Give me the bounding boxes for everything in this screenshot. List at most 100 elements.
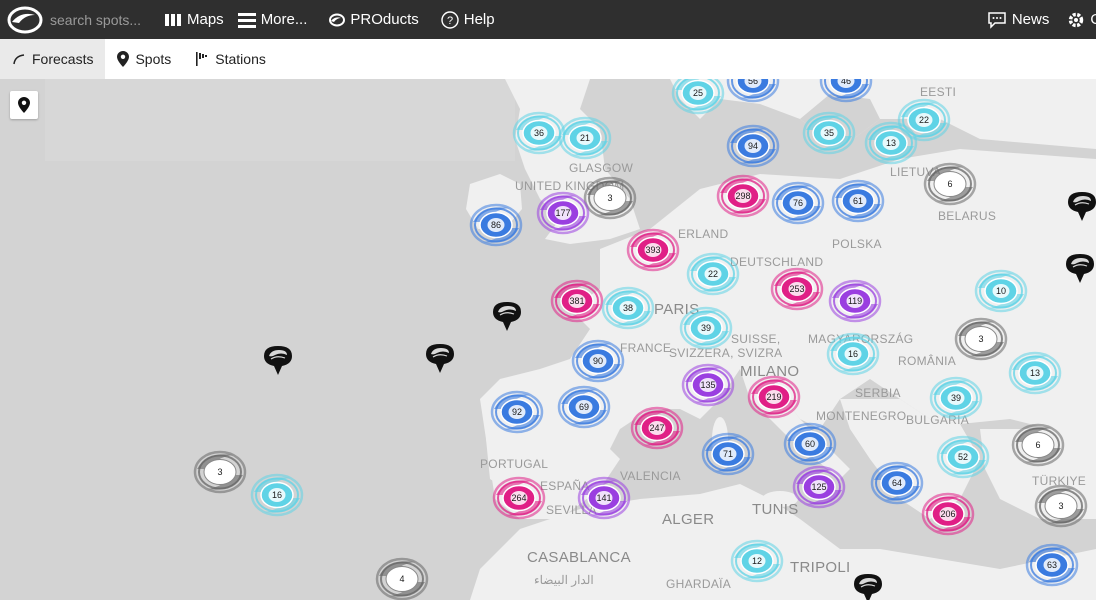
spot-cluster[interactable]: 94 [726,123,780,169]
spot-cluster[interactable]: 13 [1008,350,1062,396]
map-label: الدار البيضاء [534,573,594,587]
help-menu[interactable]: ? Help [441,10,495,29]
settings-label: O [1090,11,1096,28]
spot-cluster[interactable]: 38 [601,285,655,331]
spot-cluster[interactable]: 92 [490,389,544,435]
map-label: TRIPOLI [790,559,851,576]
spot-cluster[interactable]: 3 [954,316,1008,362]
tab-forecasts[interactable]: Forecasts [0,39,106,79]
spot-cluster[interactable]: 76 [771,180,825,226]
locate-me-button[interactable] [10,91,38,119]
map-label: SUISSE, [731,332,781,346]
help-icon: ? [441,10,459,29]
map-label: FRANCE [620,341,672,355]
spot-cluster[interactable]: 177 [536,190,590,236]
cluster-count: 86 [490,220,501,230]
maps-label: Maps [187,11,224,28]
spot-cluster[interactable]: 119 [828,278,882,324]
spot-marker-icon[interactable] [1065,188,1096,222]
cluster-count: 3 [978,334,984,344]
maps-menu[interactable]: Maps [164,11,224,28]
cluster-count: 21 [579,133,590,143]
spot-cluster[interactable]: 3 [193,449,247,495]
spot-cluster[interactable]: 46 [819,79,873,104]
spot-cluster[interactable]: 264 [492,475,546,521]
spot-cluster[interactable]: 247 [630,405,684,451]
spot-cluster[interactable]: 6 [923,161,977,207]
spot-cluster[interactable]: 3 [583,175,637,221]
spot-cluster[interactable]: 60 [783,421,837,467]
spot-cluster[interactable]: 219 [747,374,801,420]
logo-icon[interactable] [4,0,46,39]
spot-marker-icon[interactable] [851,570,885,600]
spot-cluster[interactable]: 253 [770,266,824,312]
hamburger-icon [237,12,256,28]
cluster-count: 125 [811,482,827,492]
spot-cluster[interactable]: 39 [929,375,983,421]
spot-cluster[interactable]: 56 [726,79,780,104]
products-label: PROducts [350,11,419,28]
cluster-count: 13 [885,138,896,148]
products-menu[interactable]: PROducts [329,11,419,28]
spot-cluster[interactable]: 22 [686,251,740,297]
spot-marker-icon[interactable] [423,340,457,374]
spot-cluster[interactable]: 135 [681,362,735,408]
spot-cluster[interactable]: 3 [1034,483,1088,529]
spot-marker-icon[interactable] [490,298,524,332]
spot-cluster[interactable]: 12 [730,538,784,584]
cluster-count: 22 [918,115,929,125]
spot-cluster[interactable]: 22 [897,97,951,143]
spot-cluster[interactable]: 21 [558,115,612,161]
cluster-count: 46 [840,79,851,86]
spot-cluster[interactable]: 125 [792,464,846,510]
spot-cluster[interactable]: 64 [870,460,924,506]
products-logo-icon [329,13,346,26]
spot-cluster[interactable]: 25 [671,79,725,116]
spot-cluster[interactable]: 86 [469,202,523,248]
spot-cluster[interactable]: 63 [1025,542,1079,588]
svg-text:?: ? [447,15,453,27]
cluster-count: 16 [271,490,282,500]
spot-cluster[interactable]: 69 [557,384,611,430]
cluster-count: 69 [578,402,589,412]
spot-cluster[interactable]: 6 [1011,422,1065,468]
spot-cluster[interactable]: 16 [250,472,304,518]
spot-marker-icon[interactable] [1063,250,1096,284]
cluster-count: 56 [747,79,758,86]
spot-cluster[interactable]: 52 [936,434,990,480]
spot-cluster[interactable]: 206 [921,491,975,537]
spot-cluster[interactable]: 141 [577,475,631,521]
cluster-count: 219 [766,392,782,402]
map-label: SERBIA [855,386,901,400]
spot-cluster[interactable]: 39 [679,305,733,351]
cluster-count: 35 [823,128,834,138]
spot-cluster[interactable]: 10 [974,268,1028,314]
chat-bubble-icon [988,11,1006,29]
spot-cluster[interactable]: 381 [550,278,604,324]
cluster-count: 264 [511,493,527,503]
gear-icon [1069,12,1084,27]
tab-stations[interactable]: Stations [183,39,278,79]
spot-cluster[interactable]: 298 [716,173,770,219]
help-label: Help [463,11,495,28]
search-input[interactable]: search spots... [50,12,150,28]
spot-marker-icon[interactable] [261,342,295,376]
news-menu[interactable]: News [987,11,1049,29]
spot-cluster[interactable]: 90 [571,338,625,384]
tab-spots[interactable]: Spots [105,39,183,79]
top-nav-bar: search spots... Maps More... PROducts ? … [0,0,1096,39]
spot-cluster[interactable]: 4 [375,556,429,600]
more-menu[interactable]: More... [237,11,307,28]
spot-cluster[interactable]: 35 [802,110,856,156]
spot-cluster[interactable]: 71 [701,431,755,477]
map-icon [165,13,181,26]
spot-cluster[interactable]: 61 [831,178,885,224]
spot-cluster[interactable]: 16 [826,331,880,377]
settings-menu[interactable]: O [1067,11,1096,29]
map-label: CASABLANCA [527,549,631,566]
cluster-count: 141 [596,493,612,503]
map-canvas[interactable]: GLASGOW UNITED KINGDOM LIETUVA BELARUS POLSK… [0,79,1096,600]
cluster-count: 71 [722,449,733,459]
cluster-count: 6 [947,179,953,189]
spot-cluster[interactable]: 393 [626,227,680,273]
